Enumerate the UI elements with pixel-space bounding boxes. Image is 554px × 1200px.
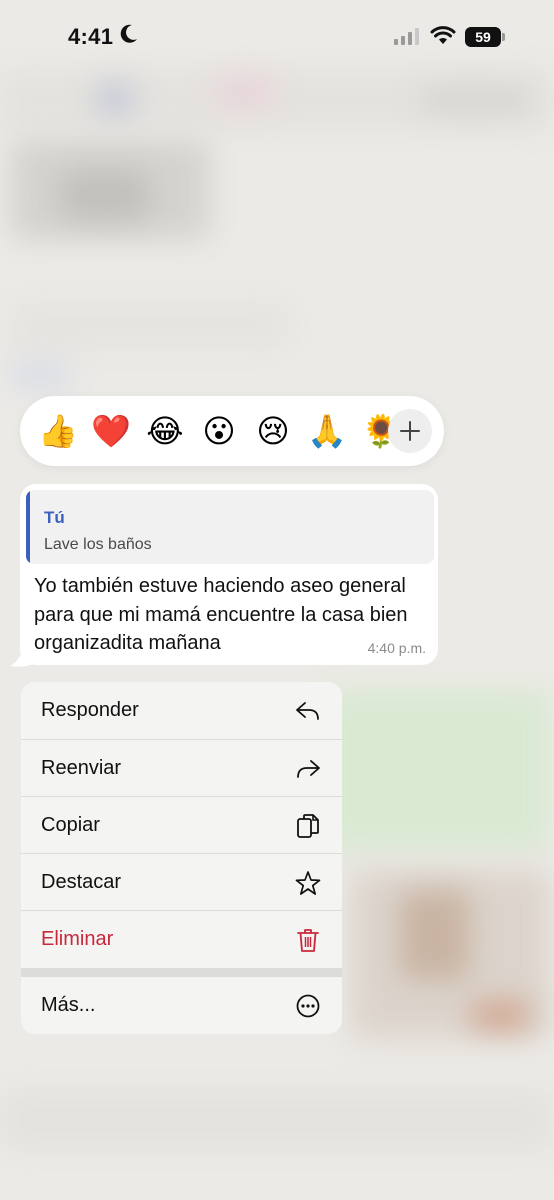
- wifi-icon: [430, 26, 456, 44]
- more-reactions-button[interactable]: [388, 409, 432, 453]
- praying-hands-reaction[interactable]: 🙏: [307, 411, 347, 451]
- moon-icon: [120, 24, 137, 43]
- copy-icon: [297, 814, 319, 838]
- reaction-bar: 👍 ❤️ 😂 😮 😢 🙏 🌻: [20, 396, 444, 466]
- menu-item-delete[interactable]: Eliminar: [21, 911, 342, 968]
- forward-icon: [297, 760, 320, 778]
- status-time: 4:41: [68, 24, 114, 49]
- menu-item-label: Copiar: [41, 814, 100, 836]
- menu-item-star[interactable]: Destacar: [21, 854, 342, 911]
- cellular-signal-icon: [394, 28, 419, 45]
- thumbs-up-reaction[interactable]: 👍: [38, 411, 78, 451]
- surprised-reaction[interactable]: 😮: [199, 411, 239, 451]
- quoted-author: Tú: [44, 508, 65, 527]
- message-context-menu: Responder Reenviar Copiar Destacar Elimi…: [21, 682, 342, 1034]
- menu-item-label: Destacar: [41, 871, 122, 893]
- battery-tip: [502, 33, 505, 41]
- status-bar: 4:41 59: [0, 0, 554, 76]
- more-icon: [296, 994, 320, 1018]
- quote-accent-bar: [26, 490, 30, 564]
- menu-item-label: Reenviar: [41, 757, 122, 779]
- trash-icon: [297, 929, 319, 952]
- crying-reaction[interactable]: 😢: [253, 411, 293, 451]
- star-icon: [295, 871, 321, 895]
- plus-icon: [400, 421, 420, 441]
- quoted-text: Lave los baños: [44, 536, 152, 553]
- battery-indicator: 59: [465, 27, 501, 47]
- menu-item-forward[interactable]: Reenviar: [21, 740, 342, 797]
- message-timestamp: 4:40 p.m.: [367, 640, 426, 656]
- menu-item-reply[interactable]: Responder: [21, 682, 342, 739]
- message-bubble[interactable]: Tú Lave los baños Yo también estuve haci…: [20, 484, 438, 665]
- menu-item-label: Eliminar: [41, 928, 114, 950]
- quoted-message[interactable]: Tú Lave los baños: [26, 490, 434, 564]
- menu-item-more[interactable]: Más...: [21, 977, 342, 1034]
- menu-item-label: Responder: [41, 699, 139, 721]
- reply-icon: [296, 702, 319, 720]
- laughing-reaction[interactable]: 😂: [145, 411, 185, 451]
- menu-item-label: Más...: [41, 994, 96, 1016]
- heart-reaction[interactable]: ❤️: [91, 411, 131, 451]
- menu-section-separator: [21, 968, 342, 977]
- menu-item-copy[interactable]: Copiar: [21, 797, 342, 854]
